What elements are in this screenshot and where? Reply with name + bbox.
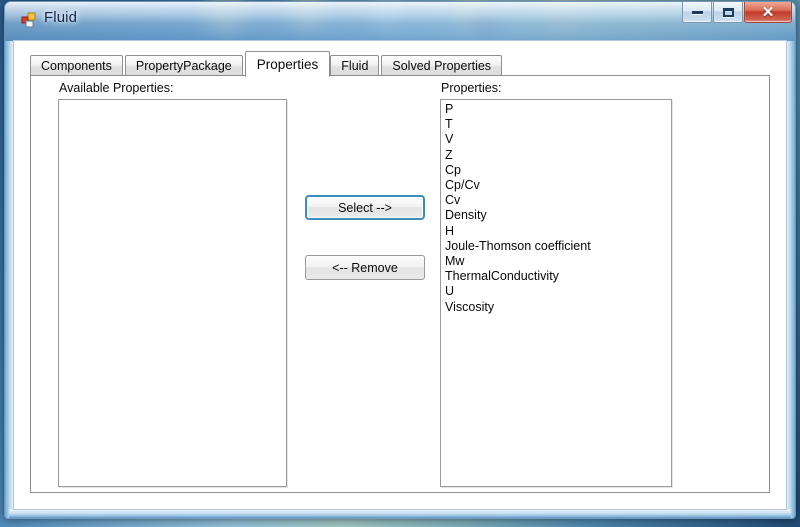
form-icon bbox=[21, 12, 37, 28]
minimize-button[interactable] bbox=[682, 2, 712, 23]
minimize-icon bbox=[691, 10, 703, 14]
application-window: Fluid ✕ Components PropertyPackage Prope… bbox=[4, 1, 796, 519]
list-item[interactable]: Mw bbox=[441, 254, 671, 269]
window-controls: ✕ bbox=[682, 2, 792, 24]
list-item[interactable]: Cp/Cv bbox=[441, 178, 671, 193]
properties-label: Properties: bbox=[441, 81, 502, 95]
tab-strip: Components PropertyPackage Properties Fl… bbox=[30, 51, 770, 77]
tab-properties[interactable]: Properties bbox=[244, 51, 331, 77]
list-item[interactable]: ThermalConductivity bbox=[441, 269, 671, 284]
tab-propertypackage[interactable]: PropertyPackage bbox=[124, 55, 243, 76]
close-button[interactable]: ✕ bbox=[744, 2, 792, 23]
title-bar[interactable]: Fluid ✕ bbox=[4, 1, 796, 39]
remove-button-label: <-- Remove bbox=[332, 260, 398, 275]
maximize-button[interactable] bbox=[713, 2, 743, 23]
client-area: Components PropertyPackage Properties Fl… bbox=[13, 40, 787, 510]
list-item[interactable]: Z bbox=[441, 148, 671, 163]
select-button-label: Select --> bbox=[338, 200, 392, 215]
remove-button[interactable]: <-- Remove bbox=[305, 255, 425, 280]
list-item[interactable]: H bbox=[441, 224, 671, 239]
list-item[interactable]: P bbox=[441, 102, 671, 117]
list-item[interactable]: U bbox=[441, 284, 671, 299]
available-properties-list bbox=[59, 100, 286, 102]
tab-label: Solved Properties bbox=[392, 59, 492, 73]
list-item[interactable]: T bbox=[441, 117, 671, 132]
properties-list: P T V Z Cp Cp/Cv Cv Density H Joule-Thomson coeff… bbox=[441, 100, 671, 315]
tab-label: Components bbox=[41, 59, 112, 73]
tab-page-properties: Available Properties: Select --> <-- Rem… bbox=[30, 75, 770, 493]
close-icon: ✕ bbox=[761, 3, 775, 21]
tab-control: Components PropertyPackage Properties Fl… bbox=[30, 51, 770, 493]
tab-solved-properties[interactable]: Solved Properties bbox=[381, 55, 503, 76]
list-item[interactable]: V bbox=[441, 132, 671, 147]
tab-label: Fluid bbox=[341, 59, 369, 73]
tab-label: Properties bbox=[256, 56, 319, 72]
maximize-icon bbox=[722, 7, 734, 17]
list-item[interactable]: Viscosity bbox=[441, 300, 671, 315]
list-item[interactable]: Cv bbox=[441, 193, 671, 208]
select-button[interactable]: Select --> bbox=[305, 195, 425, 220]
tab-components[interactable]: Components bbox=[30, 55, 123, 76]
available-properties-label: Available Properties: bbox=[59, 81, 174, 95]
tab-fluid[interactable]: Fluid bbox=[330, 55, 380, 76]
properties-listbox[interactable]: P T V Z Cp Cp/Cv Cv Density H Joule-Thomson coeff… bbox=[440, 99, 672, 487]
tab-label: PropertyPackage bbox=[135, 59, 232, 73]
list-item[interactable]: Joule-Thomson coefficient bbox=[441, 239, 671, 254]
available-properties-listbox[interactable] bbox=[58, 99, 287, 487]
list-item[interactable]: Density bbox=[441, 208, 671, 223]
list-item[interactable]: Cp bbox=[441, 163, 671, 178]
window-title: Fluid bbox=[44, 9, 78, 26]
